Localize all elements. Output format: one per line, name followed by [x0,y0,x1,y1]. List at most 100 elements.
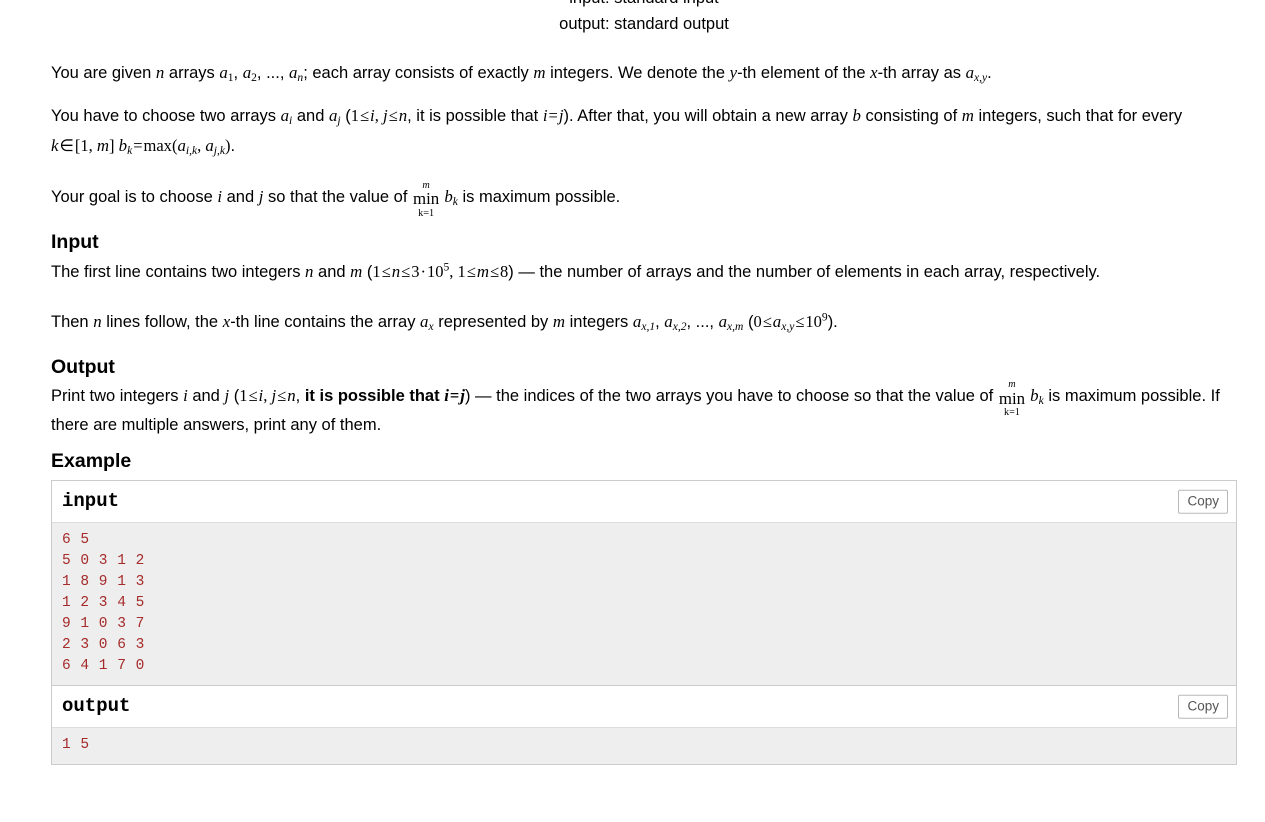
p2-text-8: . [230,136,236,155]
comma-2: , ..., [686,312,719,331]
input-section-heading: Input [51,231,99,254]
in-p2-text-6: ( [743,312,754,331]
var-y: y [729,63,738,83]
p1-comma-2: , ..., [256,64,289,83]
var-b: b [852,106,861,126]
min-upper-limit: m [1008,379,1016,391]
var-b: b [1030,386,1039,406]
sub-x2: x,2 [672,320,687,333]
example-section-heading: Example [51,449,132,472]
input-spec-line: input: standard input [51,0,1237,12]
min-operator: m min k=1 [998,379,1026,418]
var-m: m [476,261,489,281]
op-le: ≤ [401,261,411,281]
out-p1-text-2: and [187,387,225,406]
num-10: 10 [426,261,444,281]
min-lower-limit: k=1 [1003,407,1020,419]
statement-paragraph-3: Your goal is to choose i and j so that t… [51,180,1237,219]
input-section-paragraph-2: Then n lines follow, the x-th line conta… [51,308,1237,337]
p1-comma-1: , [233,64,243,83]
p3-text-4: is maximum possible. [457,187,621,206]
var-a: a [219,63,228,83]
var-n: n [391,261,401,281]
out-p1-text-3: ( [229,387,240,406]
sample-input-title: input [62,490,120,513]
min-lower-limit: k=1 [418,207,435,219]
num-10: 10 [805,311,822,331]
sample-output-title-bar: output Copy [52,686,1236,729]
min-operator: m min k=1 [413,180,440,219]
var-m: m [961,106,974,126]
p1-text-1: You are given [51,64,156,83]
p3-text-1: Your goal is to choose [51,187,218,206]
statement-paragraph-2: You have to choose two arrays ai and aj … [51,102,1237,161]
output-spec-line: output: standard output [559,14,729,33]
num-1: 1 [80,135,89,155]
out-p1-text-4: , [295,387,305,406]
var-b: b [118,135,128,155]
op-le: ≤ [388,106,398,126]
comma-1: , [655,312,665,331]
num-1: 1 [350,106,359,126]
var-n: n [398,106,408,126]
sample-input-data: 6 5 5 0 3 1 2 1 8 9 1 3 1 2 3 4 5 9 1 0 … [52,523,1236,686]
op-in: ∈ [59,135,74,155]
op-le: ≤ [489,261,500,281]
var-x: x [870,63,878,83]
min-symbol: min [413,189,440,209]
var-a: a [177,135,186,155]
in-p1-text-1: The first line contains two integers [51,262,306,281]
sub-xy: x,y [974,72,988,85]
var-a: a [718,311,728,331]
input-section-paragraph-1: The first line contains two integers n a… [51,258,1237,286]
p2-text-7: integers, such that for every [973,107,1183,126]
in-p2-text-3: -th line contains the array [230,312,421,331]
var-a: a [772,311,782,331]
problem-statement-page: input: standard input output: standard o… [0,0,1265,766]
p1-text-7: . [987,64,992,83]
out-p1-bold-note: it is possible that [304,387,445,406]
in-p2-text-4: represented by [433,312,553,331]
p1-text-4: integers. We denote the [545,64,730,83]
sub-ik: i,k [185,144,198,157]
sample-output-box: output Copy 1 5 [51,685,1237,766]
min-upper-limit: m [422,179,430,191]
op-le: ≤ [466,261,476,281]
func-max: max [143,135,172,155]
output-section-heading: Output [51,356,115,379]
in-p2-text-2: lines follow, the [101,312,223,331]
copy-output-button[interactable]: Copy [1178,694,1228,720]
sub-x1: x,1 [641,320,656,333]
p2-text-6: consisting of [860,107,962,126]
p1-text-3: ; each array consists of exactly [303,64,534,83]
statement-paragraph-1: You are given n arrays a1, a2, ..., an; … [51,59,1237,88]
comma: , [88,135,97,155]
p2-text-1: You have to choose two arrays [51,107,281,126]
op-le: ≤ [277,386,287,406]
output-section-paragraph-1: Print two integers i and j (1≤i, j≤n, it… [51,379,1237,438]
sample-output-title: output [62,695,131,718]
in-p1-text-2: and [313,262,351,281]
p2-text-5: ). After that, you will obtain a new arr… [563,107,853,126]
sub-jk: j,k [213,144,225,157]
op-le: ≤ [795,311,805,331]
problem-io-specs: input: standard input output: standard o… [51,0,1237,37]
sample-tests: input Copy 6 5 5 0 3 1 2 1 8 9 1 3 1 2 3… [51,480,1237,766]
in-p1-text-4: ) — the number of arrays and the number … [508,262,1101,281]
sub-xy: x,y [781,320,795,333]
min-symbol: min [998,388,1026,408]
var-m: m [96,135,110,155]
op-le: ≤ [359,106,370,126]
p1-text-5: -th element of the [737,64,871,83]
p2-text-2: and [292,107,329,126]
op-le: ≤ [762,311,772,331]
var-a: a [664,311,673,331]
p2-text-4: , it is possible that [407,107,543,126]
out-p1-text-1: Print two integers [51,387,184,406]
var-j: j [382,106,388,126]
sample-input-title-bar: input Copy [52,481,1236,524]
op-cdot: · [420,261,426,281]
in-p2-text-5: integers [565,312,633,331]
var-m: m [350,261,363,281]
copy-input-button[interactable]: Copy [1178,489,1228,514]
